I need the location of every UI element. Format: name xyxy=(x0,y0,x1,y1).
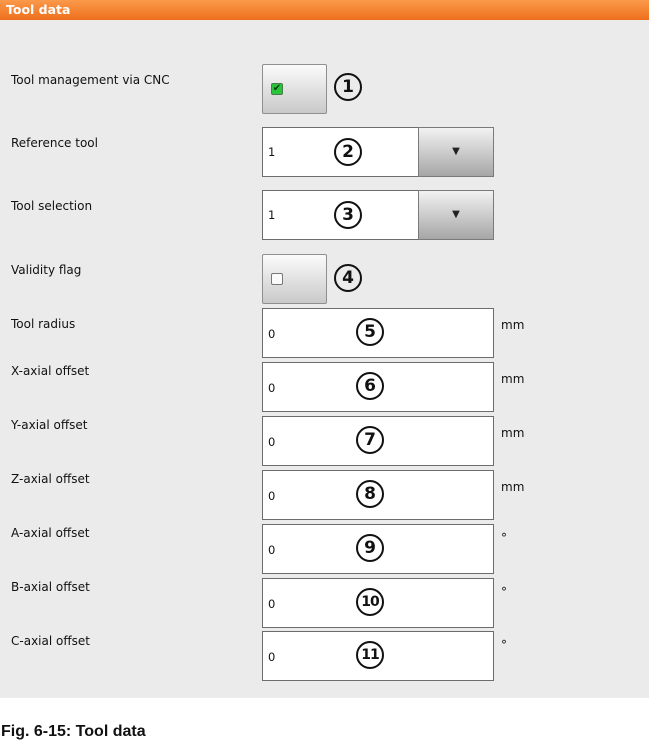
b-offset-value: 0 xyxy=(268,597,276,611)
y-offset-label: Y-axial offset xyxy=(11,418,88,432)
callout-7: 7 xyxy=(356,426,384,454)
c-offset-label: C-axial offset xyxy=(11,634,90,648)
tool-selection-label: Tool selection xyxy=(11,199,93,213)
b-offset-label: B-axial offset xyxy=(11,580,90,594)
checkbox-icon xyxy=(271,273,283,285)
x-offset-unit: mm xyxy=(501,372,525,386)
callout-6: 6 xyxy=(356,372,384,400)
b-offset-unit: ° xyxy=(501,585,507,599)
check-icon: ✔ xyxy=(271,83,283,95)
tool-selection-value: 1 xyxy=(268,208,276,222)
z-offset-unit: mm xyxy=(501,480,525,494)
a-offset-unit: ° xyxy=(501,531,507,545)
callout-1: 1 xyxy=(334,73,362,101)
c-offset-value: 0 xyxy=(268,650,276,664)
a-offset-value: 0 xyxy=(268,543,276,557)
a-offset-label: A-axial offset xyxy=(11,526,90,540)
figure-caption: Fig. 6-15: Tool data xyxy=(1,723,146,740)
tool-radius-label: Tool radius xyxy=(11,317,76,331)
x-offset-value: 0 xyxy=(268,381,276,395)
panel-title: Tool data xyxy=(0,0,649,20)
callout-8: 8 xyxy=(356,480,384,508)
reference-tool-label: Reference tool xyxy=(11,136,98,150)
reference-tool-value: 1 xyxy=(268,145,276,159)
z-offset-value: 0 xyxy=(268,489,276,503)
tool-radius-value: 0 xyxy=(268,327,276,341)
callout-3: 3 xyxy=(334,201,362,229)
tool-management-toggle[interactable]: ✔ xyxy=(262,64,327,114)
callout-2: 2 xyxy=(334,138,362,166)
reference-tool-dropdown-button[interactable]: ▼ xyxy=(418,127,494,177)
tool-radius-unit: mm xyxy=(501,318,525,332)
callout-4: 4 xyxy=(334,264,362,292)
c-offset-unit: ° xyxy=(501,638,507,652)
callout-11: 11 xyxy=(356,641,384,669)
x-offset-label: X-axial offset xyxy=(11,364,90,378)
y-offset-value: 0 xyxy=(268,435,276,449)
caret-down-icon: ▼ xyxy=(452,209,460,220)
validity-flag-toggle[interactable] xyxy=(262,254,327,304)
tool-selection-dropdown-button[interactable]: ▼ xyxy=(418,190,494,240)
caret-down-icon: ▼ xyxy=(452,146,460,157)
z-offset-label: Z-axial offset xyxy=(11,472,90,486)
y-offset-unit: mm xyxy=(501,426,525,440)
callout-10: 10 xyxy=(356,588,384,616)
validity-flag-label: Validity flag xyxy=(11,263,82,277)
callout-5: 5 xyxy=(356,318,384,346)
tool-management-label: Tool management via CNC xyxy=(11,73,170,87)
tool-data-panel: Tool data Tool management via CNC ✔ 1 Re… xyxy=(0,0,649,698)
callout-9: 9 xyxy=(356,534,384,562)
